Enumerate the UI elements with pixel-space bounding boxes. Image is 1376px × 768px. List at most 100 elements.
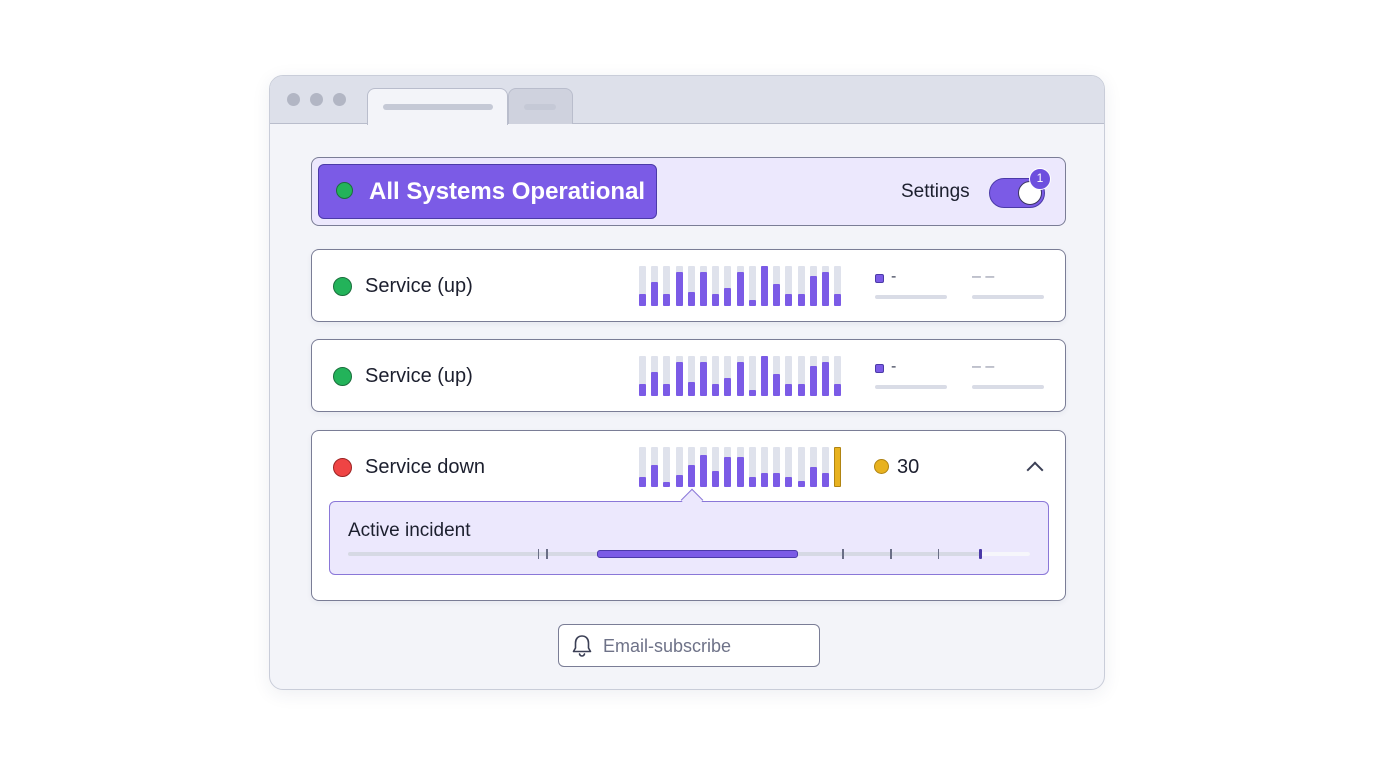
uptime-bar[interactable] xyxy=(785,294,793,306)
uptime-bar[interactable] xyxy=(761,473,768,487)
uptime-bar[interactable] xyxy=(822,362,829,396)
timeline-future-segment xyxy=(978,552,1030,556)
uptime-bar[interactable] xyxy=(748,477,756,487)
uptime-bar[interactable] xyxy=(675,272,683,306)
uptime-bar[interactable] xyxy=(748,390,756,396)
service-status-dot xyxy=(333,458,352,477)
window-maximize-dot[interactable] xyxy=(333,93,346,106)
uptime-bar[interactable] xyxy=(639,477,646,487)
uptime-bar[interactable] xyxy=(822,473,829,487)
window-minimize-dot[interactable] xyxy=(310,93,323,106)
uptime-bar[interactable] xyxy=(809,467,817,487)
uptime-bar[interactable] xyxy=(736,362,744,396)
settings-label: Settings xyxy=(901,181,970,202)
title-bar xyxy=(270,76,1104,125)
timeline-now-marker[interactable] xyxy=(978,549,982,559)
incident-panel: Active incident xyxy=(329,501,1049,575)
uptime-bar[interactable] xyxy=(773,473,781,487)
legend-square-icon xyxy=(875,364,884,373)
uptime-bars xyxy=(639,356,845,396)
uptime-bar[interactable] xyxy=(834,384,842,396)
uptime-bar[interactable] xyxy=(785,384,793,396)
uptime-bar-alert[interactable] xyxy=(834,447,842,487)
chevron-up-icon[interactable] xyxy=(1026,461,1044,479)
email-subscribe-button[interactable]: Email-subscribe xyxy=(558,624,820,667)
uptime-bar[interactable] xyxy=(822,272,829,306)
uptime-bar[interactable] xyxy=(675,362,683,396)
bell-icon xyxy=(571,634,593,663)
service-card-expanded[interactable]: Service down 30 Active incident xyxy=(311,430,1066,601)
window-close-dot[interactable] xyxy=(287,93,300,106)
uptime-bar[interactable] xyxy=(724,378,732,396)
metric-primary: - xyxy=(891,268,897,285)
uptime-bar[interactable] xyxy=(736,457,744,487)
uptime-bar[interactable] xyxy=(748,300,756,306)
uptime-bars xyxy=(639,266,845,306)
uptime-bar[interactable] xyxy=(785,477,793,487)
incident-count: 30 xyxy=(897,456,920,478)
metric-secondary: – – xyxy=(972,358,995,375)
uptime-bar[interactable] xyxy=(761,266,768,306)
uptime-bar-track xyxy=(663,447,671,487)
uptime-bar[interactable] xyxy=(700,455,707,487)
metric-line xyxy=(875,385,947,389)
overall-status-text: All Systems Operational xyxy=(369,178,646,205)
metric-line xyxy=(875,295,947,299)
browser-tab-inactive[interactable] xyxy=(508,88,573,124)
timeline-tick xyxy=(842,549,844,559)
uptime-bar[interactable] xyxy=(651,372,659,396)
uptime-bar[interactable] xyxy=(736,272,744,306)
incident-range-bar[interactable] xyxy=(596,550,799,558)
uptime-bars xyxy=(639,447,845,487)
status-indicator-dot xyxy=(336,182,353,199)
uptime-bar[interactable] xyxy=(773,374,781,396)
timeline-tick xyxy=(890,549,892,559)
metric-line xyxy=(972,385,1044,389)
uptime-bar[interactable] xyxy=(687,465,695,487)
tab-title-placeholder xyxy=(383,104,493,110)
uptime-bar[interactable] xyxy=(663,294,671,306)
uptime-bar[interactable] xyxy=(700,272,707,306)
service-card[interactable]: Service (up) - – – xyxy=(311,339,1066,412)
metric-secondary: – – xyxy=(972,268,995,285)
timeline-tick xyxy=(537,549,540,559)
uptime-bar[interactable] xyxy=(773,284,781,306)
metric-line xyxy=(972,295,1044,299)
subscribe-label: Email-subscribe xyxy=(603,636,732,656)
uptime-bar[interactable] xyxy=(797,384,805,396)
uptime-bar[interactable] xyxy=(724,288,732,306)
uptime-bar[interactable] xyxy=(712,294,720,306)
legend-square-icon xyxy=(875,274,884,283)
service-name: Service down xyxy=(365,456,486,478)
service-name: Service (up) xyxy=(365,365,473,387)
timeline-tick xyxy=(546,549,548,559)
uptime-bar[interactable] xyxy=(761,356,768,396)
uptime-bar[interactable] xyxy=(724,457,732,487)
uptime-bar[interactable] xyxy=(809,276,817,306)
uptime-bar[interactable] xyxy=(809,366,817,396)
timeline-tick xyxy=(937,549,940,559)
uptime-bar[interactable] xyxy=(663,384,671,396)
uptime-bar[interactable] xyxy=(700,362,707,396)
uptime-bar[interactable] xyxy=(834,294,842,306)
uptime-bar[interactable] xyxy=(797,481,805,487)
uptime-bar[interactable] xyxy=(651,282,659,306)
uptime-bar[interactable] xyxy=(663,482,671,487)
uptime-bar[interactable] xyxy=(639,294,646,306)
uptime-bar[interactable] xyxy=(712,384,720,396)
uptime-bar[interactable] xyxy=(675,475,683,487)
browser-tab-active[interactable] xyxy=(367,88,508,125)
uptime-bar[interactable] xyxy=(651,465,659,487)
status-banner: All Systems Operational Settings 1 xyxy=(311,157,1066,226)
incident-title: Active incident xyxy=(348,520,471,541)
uptime-bar[interactable] xyxy=(687,382,695,396)
uptime-bar[interactable] xyxy=(797,294,805,306)
uptime-bar[interactable] xyxy=(639,384,646,396)
overall-status-pill: All Systems Operational xyxy=(318,164,657,219)
incident-timeline[interactable] xyxy=(348,549,1030,559)
uptime-bar[interactable] xyxy=(687,292,695,306)
service-card[interactable]: Service (up) - – – xyxy=(311,249,1066,322)
service-status-dot xyxy=(333,367,352,386)
uptime-bar[interactable] xyxy=(712,471,720,487)
service-name: Service (up) xyxy=(365,275,473,297)
